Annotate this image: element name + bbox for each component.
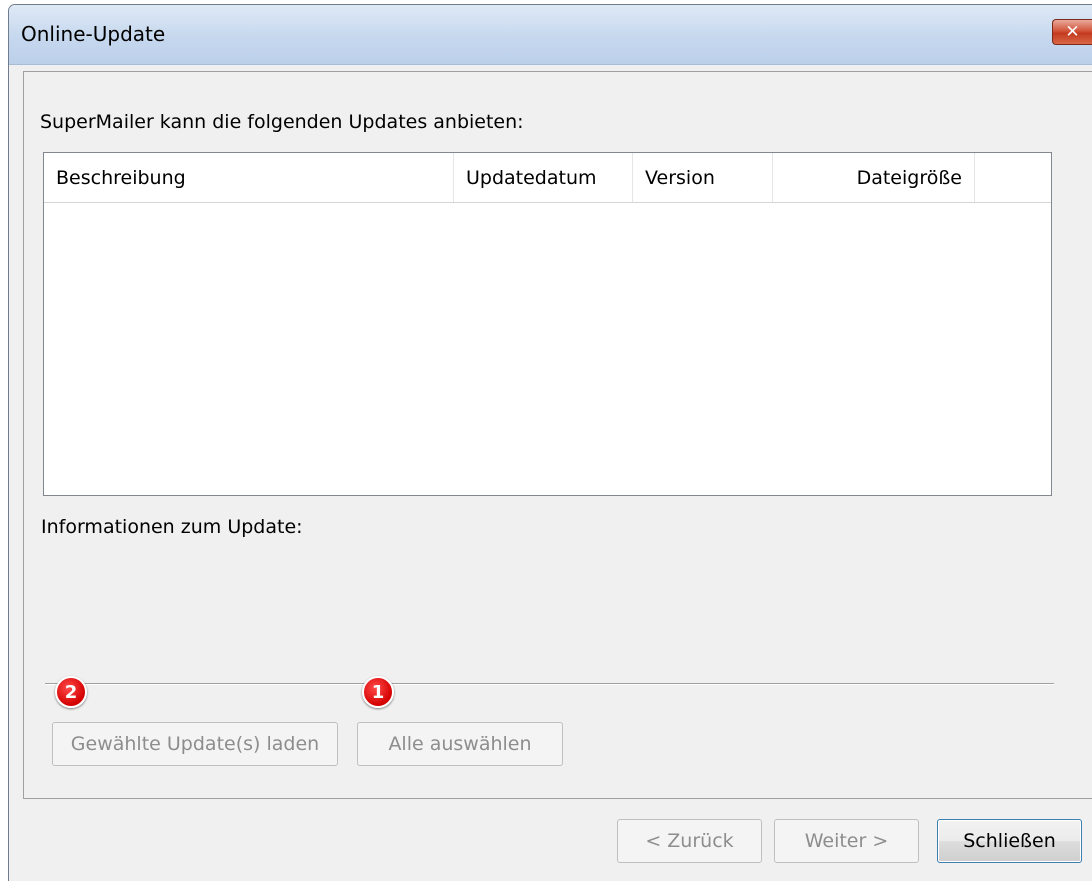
back-button[interactable]: < Zurück: [617, 819, 762, 863]
select-all-button[interactable]: Alle auswählen: [357, 722, 563, 766]
separator-line: [45, 683, 1054, 685]
update-info-label: Informationen zum Update:: [41, 516, 303, 538]
column-header-description[interactable]: Beschreibung: [44, 153, 454, 202]
callout-badge-2: 2: [55, 676, 87, 708]
updates-list[interactable]: Beschreibung Updatedatum Version Dateigr…: [43, 152, 1052, 496]
column-header-filler: [975, 153, 1051, 202]
close-icon: ✕: [1065, 22, 1080, 42]
close-window-button[interactable]: ✕: [1052, 19, 1092, 45]
close-button[interactable]: Schließen: [937, 819, 1082, 863]
list-header: Beschreibung Updatedatum Version Dateigr…: [44, 153, 1051, 203]
callout-badge-1: 1: [362, 676, 394, 708]
window-title: Online-Update: [21, 22, 166, 46]
title-bar: Online-Update ✕: [9, 5, 1092, 65]
column-header-file-size[interactable]: Dateigröße: [773, 153, 975, 202]
column-header-update-date[interactable]: Updatedatum: [454, 153, 633, 202]
updates-heading: SuperMailer kann die folgenden Updates a…: [40, 111, 524, 133]
column-header-version[interactable]: Version: [633, 153, 773, 202]
load-selected-updates-button[interactable]: Gewählte Update(s) laden: [52, 722, 338, 766]
next-button[interactable]: Weiter >: [774, 819, 919, 863]
